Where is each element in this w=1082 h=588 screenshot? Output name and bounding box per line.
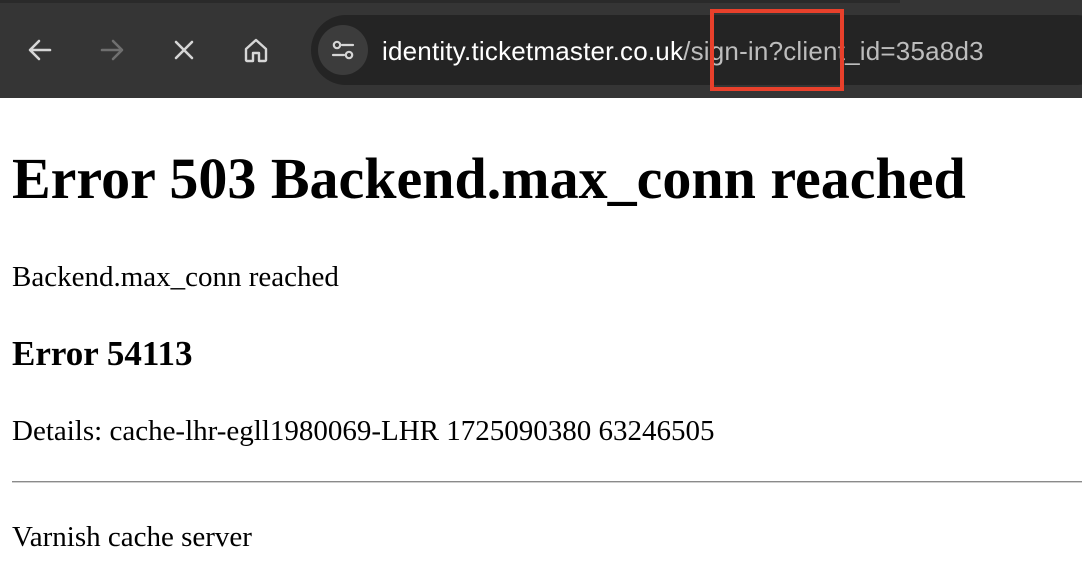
horizontal-rule [12,481,1082,483]
browser-toolbar: identity.ticketmaster.co.uk/sign-in?clie… [0,0,1082,98]
back-button[interactable] [16,26,64,74]
site-info-button[interactable] [318,25,368,75]
forward-button[interactable] [88,26,136,74]
error-message: Backend.max_conn reached [12,261,339,293]
server-footer: Varnish cache server [12,521,252,553]
error-details: Details: cache-lhr-egll1980069-LHR 17250… [12,415,715,447]
tune-icon [331,40,355,60]
arrow-right-icon [100,39,124,61]
close-icon [174,40,194,60]
error-code-heading: Error 54113 [12,334,193,373]
url-text[interactable]: identity.ticketmaster.co.uk/sign-in?clie… [382,31,984,71]
error-heading: Error 503 Backend.max_conn reached [12,146,966,211]
url-host: identity.ticketmaster.co.uk [382,36,684,66]
annotation-highlight-box [710,9,844,91]
home-icon [244,38,268,63]
page-content: Error 503 Backend.max_conn reached Backe… [0,98,1082,588]
arrow-left-icon [28,39,52,61]
home-button[interactable] [232,26,280,74]
stop-button[interactable] [160,26,208,74]
tab-strip-edge [0,0,900,3]
